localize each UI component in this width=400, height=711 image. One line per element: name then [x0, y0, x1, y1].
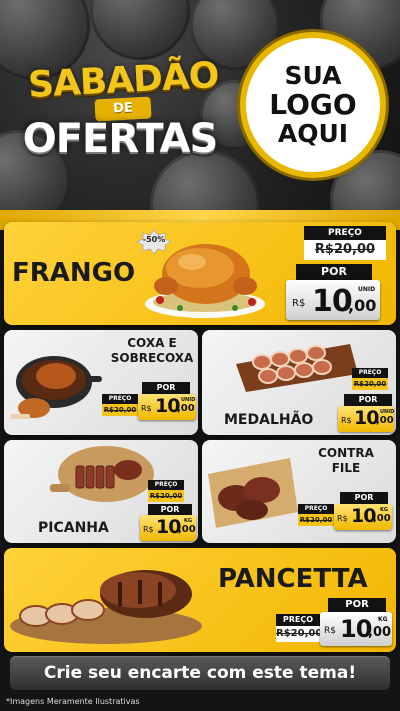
headline-ofertas: OFERTAS [22, 116, 219, 162]
product-name-line: FILE [331, 461, 361, 475]
logo-text-line: LOGO [269, 88, 357, 121]
product-name: PANCETTA [218, 564, 368, 594]
cta-banner[interactable]: Crie seu encarte com este tema! [10, 656, 390, 690]
price-cents: ,00 [376, 415, 394, 426]
por-label: POR [328, 598, 386, 612]
product-name: COXA E SOBRECOXA [108, 336, 196, 366]
price-label: PREÇO [298, 504, 334, 514]
currency-symbol: R$ [324, 626, 336, 636]
price-cents: ,00 [348, 296, 377, 315]
price-integer: 10 [312, 284, 353, 319]
price-integer: 10 [354, 407, 379, 429]
pancetta-roast-image [10, 570, 202, 644]
bacon-skewers-image [236, 344, 358, 392]
cta-text: Crie seu encarte com este tema! [43, 663, 357, 683]
logo-text-line: SUA [284, 61, 342, 90]
new-price: R$ 10 ,00 UNID [338, 406, 394, 432]
price-unit: UNID [358, 286, 376, 293]
logo-placeholder-text: SUA LOGO AQUI [246, 62, 380, 148]
product-name: MEDALHÃO [224, 412, 314, 428]
por-label: POR [340, 492, 388, 504]
price-label: PREÇO [352, 368, 388, 378]
product-card-contra-file[interactable]: CONTRA FILE POR PREÇO R$20,00 R$ 10 ,00 … [202, 440, 396, 543]
price-integer: 10 [156, 516, 181, 538]
product-name-line: SOBRECOXA [110, 351, 194, 365]
old-price: R$20,00 [276, 626, 322, 642]
price-label: PREÇO [304, 226, 386, 240]
old-price: R$20,00 [298, 514, 334, 526]
price-unit: KG [380, 507, 388, 513]
coin-decoration [90, 0, 190, 60]
price-unit: UNID [181, 397, 196, 403]
contra-file-steak-image [208, 458, 298, 528]
por-label: POR [296, 264, 372, 280]
currency-symbol: R$ [337, 514, 348, 523]
old-price: R$20,00 [102, 404, 138, 416]
por-label: POR [142, 382, 190, 394]
price-integer: 10 [340, 615, 372, 643]
product-name: FRANGO [12, 258, 136, 288]
discount-badge-text: -50% [142, 235, 166, 244]
product-name: PICANHA [38, 520, 109, 536]
new-price: R$ 10 ,00 UNID [286, 280, 380, 320]
product-card-picanha[interactable]: PREÇO R$20,00 POR PICANHA R$ 10 ,00 KG [4, 440, 198, 543]
por-label: POR [148, 504, 192, 515]
price-label: PREÇO [276, 614, 320, 626]
product-name-line: COXA E [127, 336, 177, 350]
price-cents: ,00 [177, 403, 195, 414]
currency-symbol: R$ [292, 298, 306, 309]
price-cents: ,00 [178, 524, 196, 535]
price-integer: 10 [351, 505, 376, 527]
new-price: R$ 10 ,00 UNID [138, 394, 196, 420]
product-card-frango[interactable]: FRANGO -50% PREÇO R$20,00 POR R$ 10 ,00 … [4, 222, 396, 325]
currency-symbol: R$ [141, 404, 152, 413]
price-label: PREÇO [102, 394, 138, 404]
disclaimer-text: *Imagens Meramente Ilustrativas [6, 697, 140, 706]
new-price: R$ 10 ,00 KG [334, 504, 392, 530]
new-price: R$ 10 ,00 KG [320, 612, 392, 646]
chicken-thigh-pan-image [10, 356, 102, 419]
product-card-medalhao[interactable]: PREÇO R$20,00 POR MEDALHÃO R$ 10 ,00 UNI… [202, 330, 396, 435]
por-label: POR [344, 394, 392, 406]
old-price: R$20,00 [352, 378, 388, 390]
old-price: R$20,00 [148, 490, 184, 502]
currency-symbol: R$ [143, 525, 154, 534]
price-cents: ,00 [368, 625, 392, 640]
price-unit: UNID [380, 409, 395, 415]
sliced-picanha-image [50, 446, 154, 502]
product-card-pancetta[interactable]: PANCETTA POR PREÇO R$20,00 R$ 10 ,00 KG [4, 548, 396, 652]
price-integer: 10 [155, 395, 180, 417]
price-label: PREÇO [148, 480, 184, 490]
product-card-coxa-sobrecoxa[interactable]: COXA E SOBRECOXA POR PREÇO R$20,00 R$ 10… [4, 330, 198, 435]
price-unit: KG [378, 616, 388, 623]
new-price: R$ 10 ,00 KG [140, 515, 196, 541]
price-unit: KG [184, 518, 192, 524]
old-price: R$20,00 [304, 240, 386, 260]
price-cents: ,00 [373, 513, 391, 524]
currency-symbol: R$ [341, 416, 352, 425]
logo-text-line: AQUI [277, 119, 349, 148]
product-name: CONTRA FILE [298, 446, 394, 476]
product-name-line: CONTRA [318, 446, 374, 460]
